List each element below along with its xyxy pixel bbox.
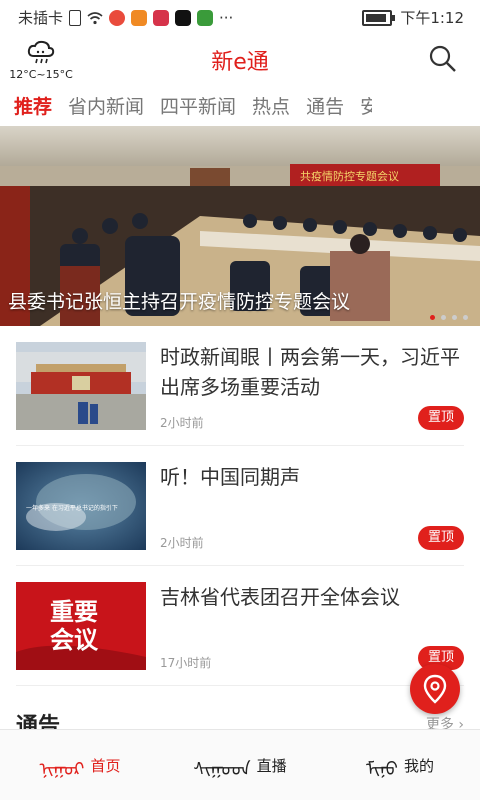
tab-notice[interactable]: 通告 bbox=[306, 92, 360, 119]
news-title: 吉林省代表团召开全体会议 bbox=[160, 585, 400, 609]
news-thumbnail: 一年多来 在习近平总书记的指引下 bbox=[16, 462, 146, 550]
home-icon: ᠨᠢᠭᠤᠷ bbox=[39, 758, 85, 780]
search-icon[interactable] bbox=[428, 44, 458, 74]
carousel-dot bbox=[463, 315, 468, 320]
category-tabs: 推荐 省内新闻 四平新闻 热点 通告 安 bbox=[0, 84, 480, 127]
nav-home[interactable]: ᠨᠢᠭᠤᠷ 首页 bbox=[0, 730, 160, 800]
news-thumbnail: 重要 会议 bbox=[16, 582, 146, 670]
nav-label: 我的 bbox=[403, 756, 434, 775]
alert-icon bbox=[69, 9, 82, 26]
list-item[interactable]: 时政新闻眼丨两会第一天，习近平出席多场重要活动 2小时前 置顶 bbox=[16, 326, 464, 446]
nav-label: 首页 bbox=[90, 756, 121, 775]
thumbnail-text: 一年多来 在习近平总书记的指引下 bbox=[26, 504, 118, 512]
status-bar: 未插卡 ··· 下午1:12 bbox=[0, 0, 480, 32]
tab-hot[interactable]: 热点 bbox=[252, 92, 306, 119]
hero-carousel[interactable]: 共疫情防控专题会议 县委书记张恒主持召开疫情防控专题会议 bbox=[0, 126, 480, 326]
news-title: 时政新闻眼丨两会第一天，习近平出席多场重要活动 bbox=[160, 345, 460, 399]
news-list: 时政新闻眼丨两会第一天，习近平出席多场重要活动 2小时前 置顶 一年多来 在习近… bbox=[16, 326, 464, 686]
more-notifications-icon: ··· bbox=[219, 8, 234, 27]
news-thumbnail bbox=[16, 342, 146, 430]
nav-label: 直播 bbox=[256, 756, 287, 775]
thumbnail-text: 会议 bbox=[50, 626, 99, 654]
news-title: 听！中国同期声 bbox=[160, 465, 300, 489]
battery-icon bbox=[362, 9, 396, 26]
tab-partial[interactable]: 安 bbox=[360, 92, 372, 119]
wifi-icon bbox=[87, 11, 103, 24]
pinned-badge: 置顶 bbox=[418, 526, 464, 550]
tab-province-news[interactable]: 省内新闻 bbox=[68, 92, 160, 119]
profile-icon: ᠮᠢᠨᠤ bbox=[366, 758, 398, 780]
app-bar: 12°C~15°C 新e通 bbox=[0, 32, 480, 84]
live-icon: ᠰᠢᠭᠤᠳ bbox=[193, 758, 251, 780]
carousel-dot bbox=[430, 315, 435, 320]
nav-mine[interactable]: ᠮᠢᠨᠤ 我的 bbox=[320, 730, 480, 800]
sim-status: 未插卡 bbox=[18, 9, 64, 27]
clock: 下午1:12 bbox=[400, 9, 464, 27]
list-item[interactable]: 重要 会议 吉林省代表团召开全体会议 17小时前 置顶 bbox=[16, 566, 464, 686]
hero-banner-text: 共疫情防控专题会议 bbox=[300, 169, 399, 183]
list-item[interactable]: 一年多来 在习近平总书记的指引下 听！中国同期声 2小时前 置顶 bbox=[16, 446, 464, 566]
news-time: 2小时前 bbox=[160, 416, 204, 430]
video-app-icon bbox=[197, 9, 214, 26]
pinned-badge: 置顶 bbox=[418, 406, 464, 430]
news-time: 2小时前 bbox=[160, 536, 204, 550]
location-button[interactable] bbox=[410, 664, 460, 714]
carousel-indicator bbox=[430, 315, 468, 320]
carousel-dot bbox=[441, 315, 446, 320]
nav-live[interactable]: ᠰᠢᠭᠤᠳ 直播 bbox=[160, 730, 320, 800]
news-app-icon bbox=[153, 9, 170, 26]
thumbnail-text: 重要 bbox=[50, 598, 98, 626]
tab-siping-news[interactable]: 四平新闻 bbox=[160, 92, 252, 119]
app-title: 新e通 bbox=[211, 50, 269, 75]
carousel-dot bbox=[452, 315, 457, 320]
news-time: 17小时前 bbox=[160, 656, 212, 670]
tiktok-icon bbox=[175, 9, 192, 26]
location-pin-icon bbox=[423, 674, 447, 704]
tab-recommended[interactable]: 推荐 bbox=[0, 92, 68, 119]
app-notification-icon bbox=[109, 9, 126, 26]
music-app-icon bbox=[131, 9, 148, 26]
bottom-nav: ᠨᠢᠭᠤᠷ 首页 ᠰᠢᠭᠤᠳ 直播 ᠮᠢᠨᠤ 我的 bbox=[0, 729, 480, 800]
hero-caption: 县委书记张恒主持召开疫情防控专题会议 bbox=[8, 291, 351, 313]
